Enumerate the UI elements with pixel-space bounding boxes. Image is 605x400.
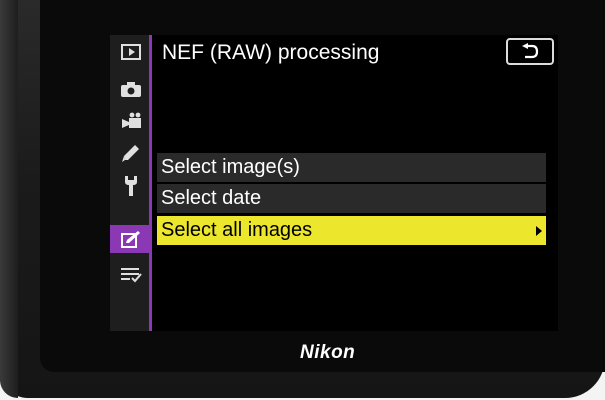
- custom-settings-pencil-icon: [122, 145, 139, 162]
- submenu-arrow-icon: [536, 226, 542, 236]
- menu-title: NEF (RAW) processing: [162, 41, 380, 64]
- tab-setup[interactable]: [110, 172, 152, 200]
- tab-custom-settings[interactable]: [110, 139, 152, 167]
- camera-side-grip: [0, 0, 18, 398]
- menu-item-select-date[interactable]: Select date: [157, 184, 546, 213]
- retouch-icon: [121, 231, 140, 248]
- menu-sidebar: [110, 35, 152, 331]
- menu-item-label: Select all images: [161, 219, 313, 241]
- playback-icon: [121, 44, 141, 60]
- tab-playback[interactable]: [110, 38, 152, 66]
- tab-retouch[interactable]: [110, 225, 152, 253]
- camera-screen: NEF (RAW) processing Select image(s) Sel…: [110, 35, 558, 331]
- menu-item-select-images[interactable]: Select image(s): [157, 153, 546, 182]
- movie-shooting-icon: [122, 112, 141, 128]
- back-button[interactable]: [506, 38, 554, 65]
- menu-item-select-all-images[interactable]: Select all images: [157, 216, 546, 245]
- photo-shooting-icon: [121, 81, 141, 97]
- return-arrow-icon: [522, 43, 539, 59]
- my-menu-icon: [121, 268, 142, 283]
- nikon-logo: Nikon: [300, 342, 356, 363]
- tab-my-menu[interactable]: [110, 261, 152, 289]
- setup-wrench-icon: [125, 176, 137, 196]
- tab-photo-shooting[interactable]: [110, 75, 152, 103]
- tab-movie-shooting[interactable]: [110, 107, 152, 135]
